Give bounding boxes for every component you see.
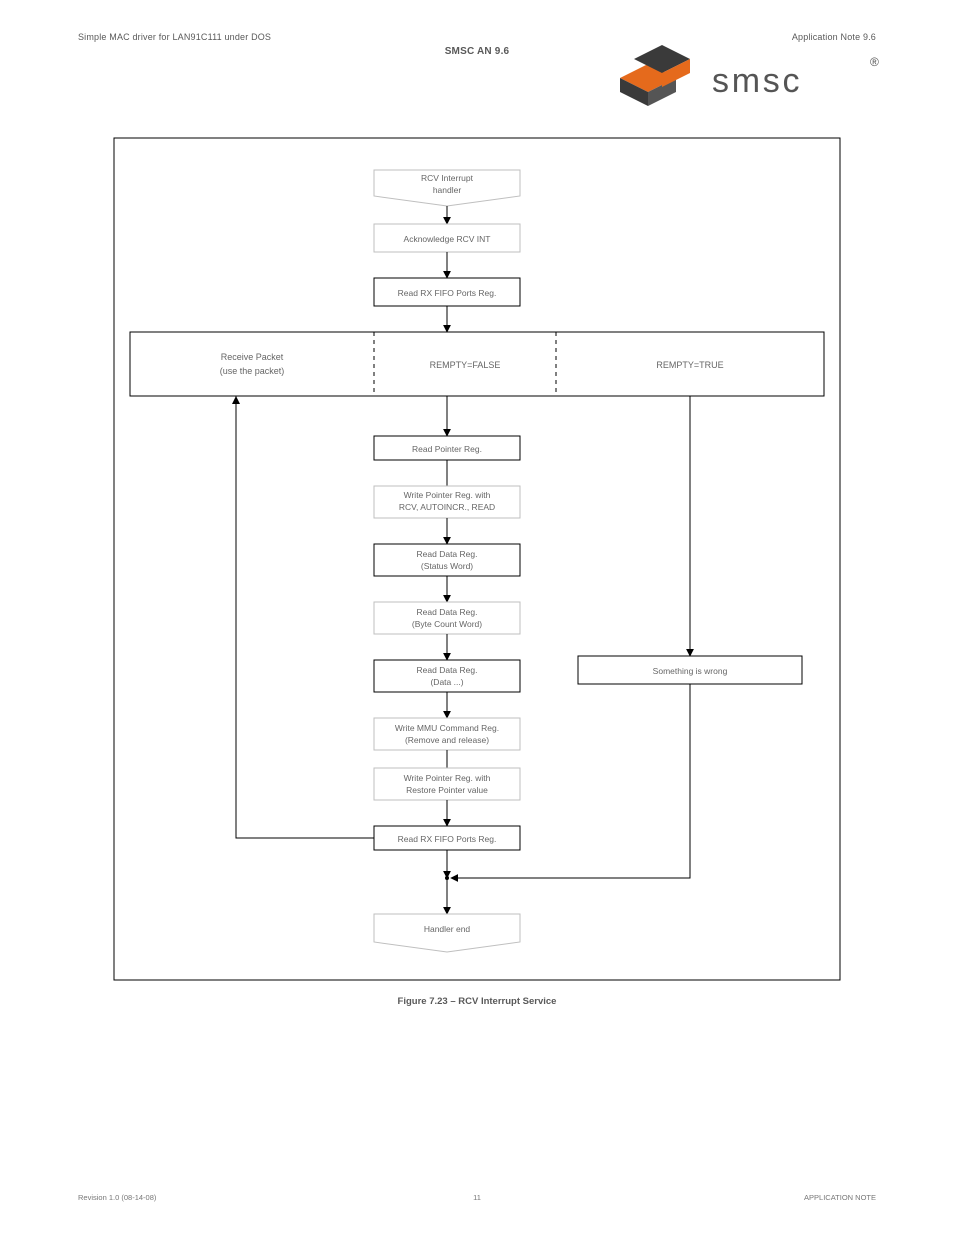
- footer-right: APPLICATION NOTE: [804, 1193, 876, 1202]
- header-right: Application Note 9.6: [792, 32, 876, 42]
- step-acknowledge: Acknowledge RCV INT: [374, 224, 520, 252]
- svg-text:(Data ...): (Data ...): [430, 677, 463, 687]
- footer-left: Revision 1.0 (08-14-08): [78, 1193, 157, 1202]
- smsc-logo-icon: [620, 45, 690, 106]
- mid-6: Write Pointer Reg. with Restore Pointer …: [374, 768, 520, 800]
- svg-text:Read Data Reg.: Read Data Reg.: [417, 665, 478, 675]
- mid-5: Write MMU Command Reg. (Remove and relea…: [374, 718, 520, 750]
- svg-text:Write Pointer Reg. with: Write Pointer Reg. with: [404, 773, 491, 783]
- step-read-rx-fifo: Read RX FIFO Ports Reg.: [374, 278, 520, 306]
- svg-text:Read Data Reg.: Read Data Reg.: [417, 549, 478, 559]
- svg-text:REMPTY=TRUE: REMPTY=TRUE: [656, 360, 723, 370]
- svg-text:Something is wrong: Something is wrong: [653, 666, 728, 676]
- end-flag: Handler end: [374, 914, 520, 952]
- svg-text:Receive Packet: Receive Packet: [221, 352, 284, 362]
- right-something-wrong: Something is wrong: [578, 656, 802, 684]
- mid-1: Write Pointer Reg. with RCV, AUTOINCR., …: [374, 486, 520, 518]
- smsc-logo-text: smsc: [712, 62, 802, 100]
- svg-text:Restore Pointer value: Restore Pointer value: [406, 785, 488, 795]
- branch-bar: Receive Packet (use the packet) REMPTY=F…: [130, 332, 824, 396]
- mid-4: Read Data Reg. (Data ...): [374, 660, 520, 692]
- svg-text:Write Pointer Reg. with: Write Pointer Reg. with: [404, 490, 491, 500]
- svg-text:(Remove and release): (Remove and release): [405, 735, 489, 745]
- mid-2: Read Data Reg. (Status Word): [374, 544, 520, 576]
- svg-text:RCV Interrupt: RCV Interrupt: [421, 173, 474, 183]
- svg-text:handler: handler: [433, 185, 462, 195]
- start-flag: RCV Interrupt handler: [374, 170, 520, 206]
- svg-text:Read Data Reg.: Read Data Reg.: [417, 607, 478, 617]
- mid-3: Read Data Reg. (Byte Count Word): [374, 602, 520, 634]
- svg-text:Write MMU Command Reg.: Write MMU Command Reg.: [395, 723, 499, 733]
- svg-text:Read RX FIFO Ports Reg.: Read RX FIFO Ports Reg.: [398, 834, 497, 844]
- figure-caption: Figure 7.23 – RCV Interrupt Service: [398, 996, 557, 1007]
- mid-0: Read Pointer Reg.: [374, 436, 520, 460]
- svg-text:Read Pointer Reg.: Read Pointer Reg.: [412, 444, 482, 454]
- svg-text:RCV, AUTOINCR., READ: RCV, AUTOINCR., READ: [399, 502, 495, 512]
- svg-text:(Byte Count Word): (Byte Count Word): [412, 619, 482, 629]
- header-title: SMSC AN 9.6: [445, 46, 510, 57]
- footer-center: 11: [473, 1193, 481, 1202]
- svg-text:Handler end: Handler end: [424, 924, 471, 934]
- svg-text:(Status Word): (Status Word): [421, 561, 473, 571]
- svg-text:Acknowledge RCV INT: Acknowledge RCV INT: [404, 234, 491, 244]
- svg-text:Read RX FIFO Ports Reg.: Read RX FIFO Ports Reg.: [398, 288, 497, 298]
- svg-text:(use the packet): (use the packet): [220, 366, 285, 376]
- mid-7: Read RX FIFO Ports Reg.: [374, 826, 520, 850]
- svg-text:REMPTY=FALSE: REMPTY=FALSE: [430, 360, 501, 370]
- header-left: Simple MAC driver for LAN91C111 under DO…: [78, 32, 271, 42]
- smsc-logo-reg: ®: [870, 55, 879, 69]
